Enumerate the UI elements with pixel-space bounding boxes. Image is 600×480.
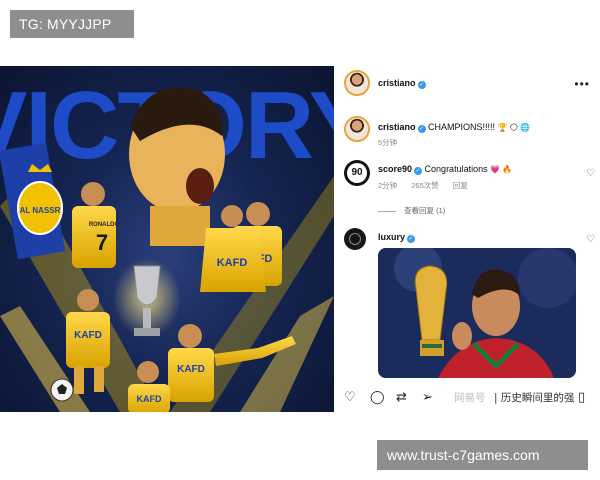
post-action-bar: ♡ ◯ ⇄ ➢ 网易号 | 历史瞬间里的强 ▯ — [344, 388, 594, 406]
verified-icon: ✓ — [417, 125, 426, 133]
instagram-post-panel: cristiano ✓ ••• cristiano ✓ CHAMPIONS!!!!!… — [334, 66, 600, 412]
victory-poster: VICTORY AL NASSR — [0, 66, 334, 412]
more-options-icon[interactable]: ••• — [574, 77, 590, 91]
url-watermark-tag: www.trust-c7games.com — [377, 440, 588, 470]
shirt-name: RONALDO — [89, 222, 120, 228]
main-face — [129, 87, 225, 246]
svg-text:AL NASSR: AL NASSR — [20, 206, 61, 215]
author-username[interactable]: cristiano ✓ — [378, 78, 426, 89]
share-icon[interactable]: ➢ — [422, 388, 433, 406]
verified-icon: ✓ — [414, 167, 423, 175]
source-watermark: 网易号 — [454, 392, 486, 404]
comment-emojis: 🏆 🌕 🌐 — [497, 123, 531, 132]
player-ronaldo-7: RONALDO 7 — [72, 182, 119, 268]
svg-text:KAFD: KAFD — [74, 330, 102, 341]
repost-icon[interactable]: ⇄ — [396, 388, 407, 406]
comment-meta: 5分钟 — [378, 138, 398, 147]
comment-photo-world-cup[interactable] — [378, 248, 576, 378]
reply-link[interactable]: 回复 — [453, 181, 468, 190]
commenter-avatar-cristiano[interactable] — [344, 116, 370, 142]
like-comment-icon[interactable]: ♡ — [586, 168, 595, 179]
svg-text:KAFD: KAFD — [217, 257, 248, 269]
view-replies-link[interactable]: 查看回复 (1) — [378, 205, 445, 216]
trophy-icon — [113, 258, 181, 338]
comment-meta: 2分钟 265次赞 回复 — [378, 181, 468, 190]
svg-text:KAFD: KAFD — [177, 364, 205, 375]
post-header: cristiano ✓ ••• — [344, 70, 590, 96]
commenter-avatar-score90[interactable]: 90 — [344, 160, 370, 186]
bookmark-icon[interactable]: ▯ — [578, 388, 585, 406]
like-comment-icon[interactable]: ♡ — [586, 234, 595, 245]
comment-score90: score90 ✓ Congratulations 💗 🔥 — [378, 164, 513, 175]
likes-count: 265次赞 — [411, 181, 439, 190]
svg-text:KAFD: KAFD — [137, 394, 162, 404]
comment-icon[interactable]: ◯ — [370, 388, 385, 406]
comment-luxury: luxury ✓ — [378, 232, 416, 243]
watermark-tag: TG: MYYJJPP — [10, 10, 134, 38]
football-icon — [50, 378, 74, 402]
source-title: | 历史瞬间里的强 — [494, 392, 575, 404]
comment-emojis: 💗 🔥 — [490, 165, 513, 174]
like-icon[interactable]: ♡ — [344, 388, 356, 406]
comment-cristiano: cristiano ✓ CHAMPIONS!!!!! 🏆 🌕 🌐 — [378, 122, 531, 133]
author-avatar[interactable] — [344, 70, 370, 96]
verified-icon: ✓ — [417, 81, 426, 89]
poster-illustration: VICTORY AL NASSR — [0, 72, 334, 412]
shirt-number: 7 — [96, 230, 108, 255]
verified-icon: ✓ — [407, 235, 416, 243]
commenter-avatar-luxury[interactable] — [344, 228, 366, 250]
